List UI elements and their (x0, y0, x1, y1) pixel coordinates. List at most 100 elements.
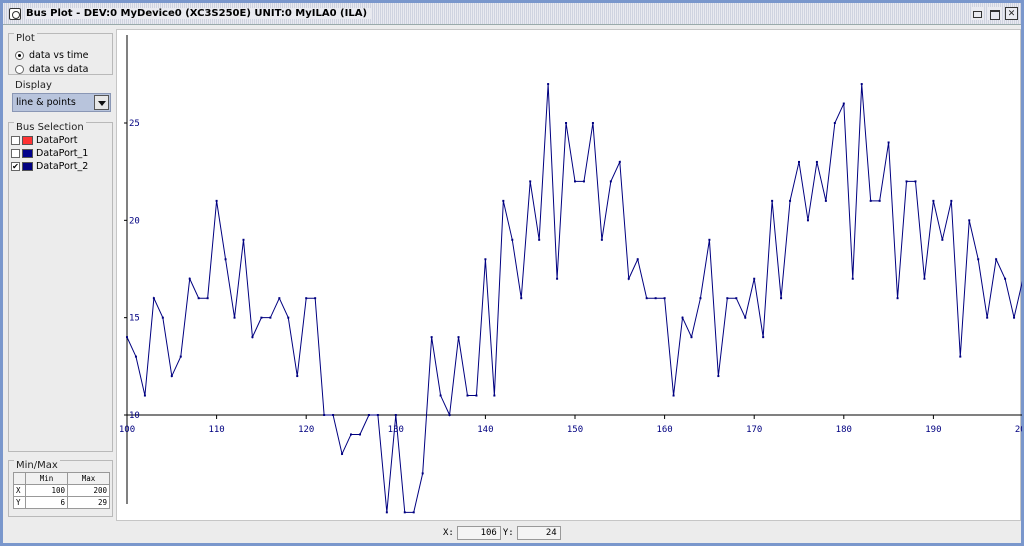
data-point (806, 219, 809, 222)
close-icon[interactable]: ✕ (1005, 7, 1018, 20)
x-tick-label: 190 (925, 425, 941, 435)
data-point (287, 316, 290, 319)
x-tick-label: 130 (388, 425, 404, 435)
data-point (798, 160, 800, 163)
minmax-y-max[interactable]: 29 (67, 496, 110, 509)
chevron-down-icon[interactable] (94, 95, 109, 110)
x-tick-label: 200 (1015, 425, 1022, 435)
x-tick-label: 140 (477, 425, 493, 435)
minimize-icon[interactable] (971, 7, 984, 20)
plot-group-legend: Plot (14, 33, 37, 44)
bus-checkbox[interactable] (11, 148, 20, 158)
radio-unselected-icon[interactable] (15, 64, 24, 74)
data-point (896, 297, 899, 300)
minmax-header-max: Max (67, 472, 110, 485)
checkmark-icon[interactable]: ✔ (11, 161, 20, 171)
radio-data-vs-time[interactable]: data vs time (15, 49, 88, 61)
bus-item-dataport-1[interactable]: DataPort_1 (11, 147, 110, 159)
display-mode-select[interactable]: line & points (12, 93, 111, 112)
data-point (771, 199, 774, 202)
bus-selection-group: Bus Selection DataPort DataPort_1 ✔ Data… (8, 122, 113, 452)
minmax-header-axis (13, 472, 26, 485)
radio-data-vs-data[interactable]: data vs data (15, 63, 88, 75)
data-point (341, 452, 344, 455)
color-swatch[interactable] (22, 135, 33, 145)
data-point (421, 472, 424, 475)
data-point (833, 122, 836, 124)
data-point (547, 83, 550, 86)
data-point (636, 258, 639, 261)
bus-item-dataport-2[interactable]: ✔ DataPort_2 (11, 160, 110, 172)
data-point (753, 277, 756, 280)
data-point (484, 258, 487, 261)
data-point (448, 414, 451, 416)
minmax-axis-x: X (13, 484, 26, 497)
x-tick-label: 160 (656, 425, 672, 435)
title-bar[interactable]: Bus Plot - DEV:0 MyDevice0 (XC3S250E) UN… (3, 3, 1021, 25)
window-title: Bus Plot - DEV:0 MyDevice0 (XC3S250E) UN… (26, 8, 372, 19)
plot-area[interactable]: 100 110 120 130 140 150 160 170 180 190 200 10 15 20 2… (116, 29, 1022, 522)
data-point (457, 336, 460, 339)
minmax-legend: Min/Max (14, 460, 60, 471)
data-point (645, 297, 648, 300)
data-point (439, 394, 442, 397)
data-point (923, 277, 926, 280)
series-line (126, 84, 1022, 513)
data-point (269, 316, 272, 319)
table-row: Y 6 29 (13, 496, 110, 509)
bus-plot-chart[interactable]: 100 110 120 130 140 150 160 170 180 190 200 10 15 20 2… (117, 30, 1022, 522)
data-point (430, 336, 433, 339)
data-point (789, 199, 792, 202)
data-point (403, 511, 406, 514)
data-point (215, 199, 218, 202)
minmax-x-max[interactable]: 200 (67, 484, 110, 497)
maximize-icon[interactable] (988, 7, 1001, 20)
data-point (591, 122, 594, 124)
data-point (672, 394, 675, 397)
data-point (914, 180, 917, 183)
data-point (350, 433, 352, 436)
data-point (394, 414, 397, 416)
cursor-status: X: 106 Y: 24 (443, 525, 563, 541)
radio-selected-icon[interactable] (15, 50, 24, 60)
data-point (367, 414, 370, 416)
minmax-table: Min Max X 100 200 Y 6 29 (13, 472, 110, 509)
minmax-y-min[interactable]: 6 (25, 496, 68, 509)
data-point (520, 297, 523, 300)
data-point (869, 199, 872, 202)
bus-item-dataport[interactable]: DataPort (11, 134, 110, 146)
y-tick-label: 15 (129, 314, 140, 324)
minmax-x-min[interactable]: 100 (25, 484, 68, 497)
control-panel: Plot data vs time data vs data Display l… (8, 29, 113, 517)
data-point (959, 355, 962, 358)
data-point (314, 297, 317, 300)
color-swatch[interactable] (22, 148, 33, 158)
data-point (627, 277, 630, 280)
cursor-y-label: Y: (502, 528, 514, 538)
data-point (887, 141, 890, 144)
bus-checkbox[interactable] (11, 135, 20, 145)
data-point (744, 316, 747, 319)
data-point (251, 336, 254, 339)
cursor-x-label: X: (443, 528, 454, 538)
app-icon (9, 8, 21, 20)
data-point (556, 277, 559, 280)
data-point (574, 180, 576, 183)
data-point (565, 122, 568, 124)
data-point (842, 102, 845, 105)
data-point (385, 511, 388, 514)
display-group-legend: Display (13, 80, 54, 91)
data-point (179, 355, 182, 358)
x-tick-label: 100 (119, 425, 135, 435)
data-point (699, 297, 702, 300)
data-point (995, 258, 998, 261)
data-point (717, 375, 720, 378)
color-swatch[interactable] (22, 161, 33, 171)
y-tick-label: 20 (129, 216, 140, 226)
x-tick-label: 110 (208, 425, 224, 435)
data-point (358, 433, 361, 436)
radio-label: data vs time (29, 49, 89, 61)
data-point (1004, 277, 1007, 280)
data-point (493, 394, 496, 397)
data-point (726, 297, 729, 300)
